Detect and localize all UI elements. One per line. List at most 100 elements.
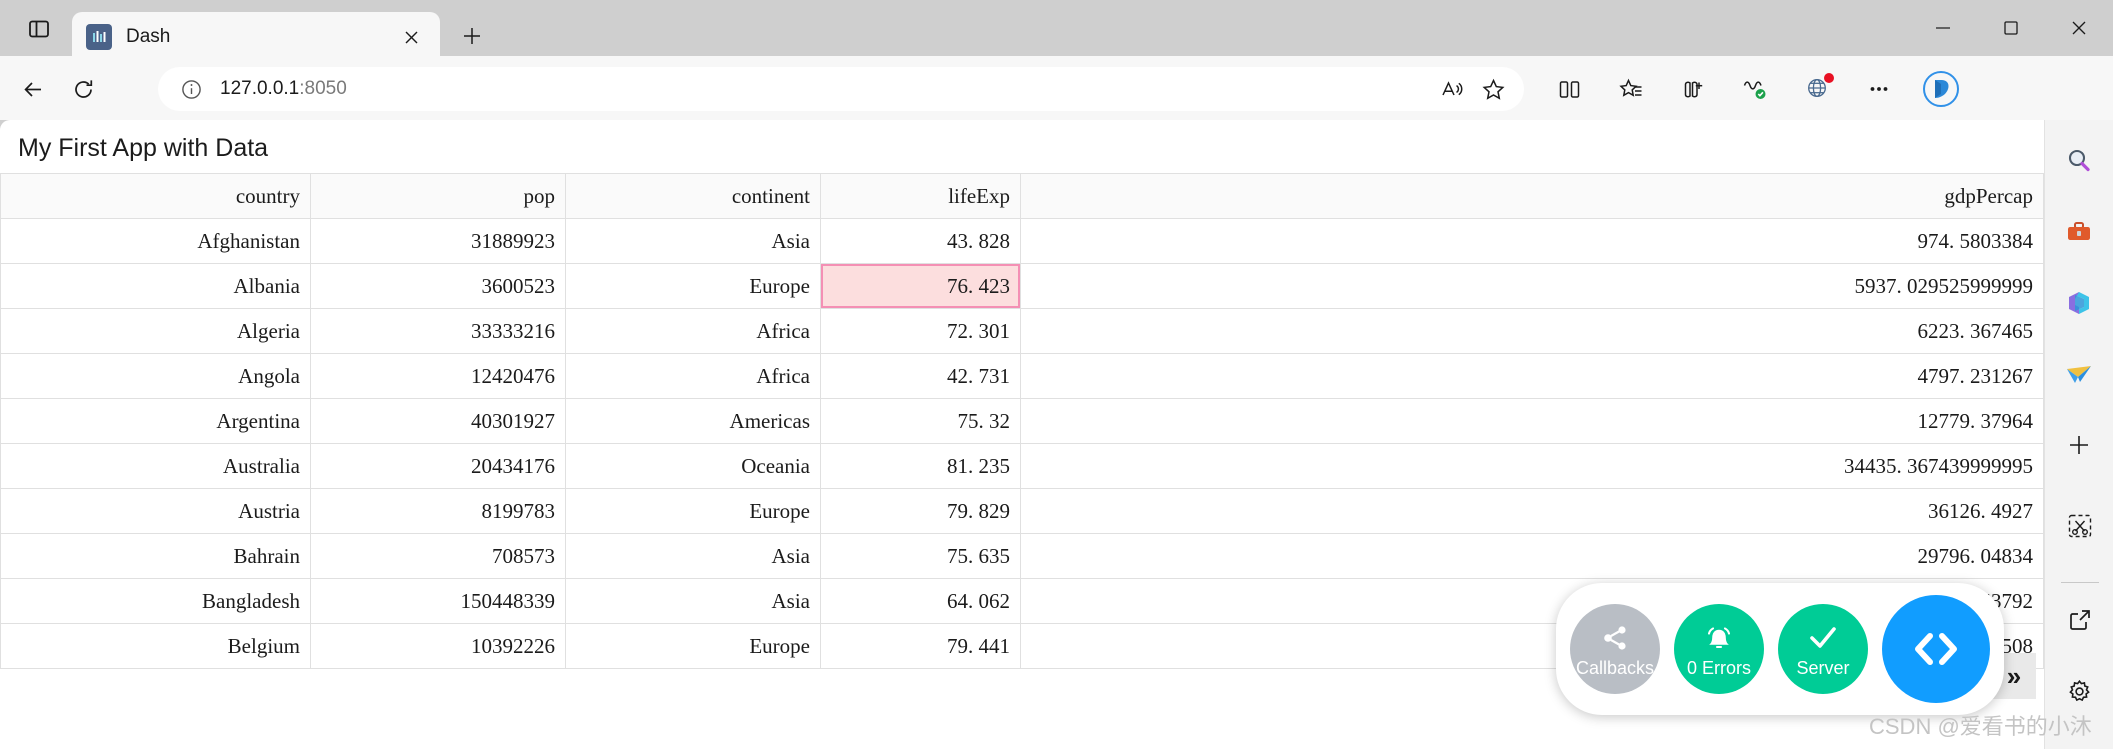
cell-gdppercap[interactable]: 34435. 367439999995 xyxy=(1020,443,2044,489)
site-info-icon[interactable] xyxy=(176,74,206,104)
favorites-star-icon[interactable] xyxy=(1474,70,1512,108)
devtools-server-button[interactable]: Server xyxy=(1778,604,1868,694)
title-bar: Dash xyxy=(0,0,2113,62)
cell-continent[interactable]: Africa xyxy=(565,353,821,399)
tools-briefcase-icon[interactable] xyxy=(2056,209,2102,255)
address-bar[interactable]: 127.0.0.1:8050 xyxy=(158,67,1524,111)
column-header-continent[interactable]: continent xyxy=(565,173,821,219)
cell-continent[interactable]: Americas xyxy=(565,398,821,444)
cell-country[interactable]: Austria xyxy=(0,488,311,534)
cell-gdppercap[interactable]: 4797. 231267 xyxy=(1020,353,2044,399)
cell-pop[interactable]: 40301927 xyxy=(310,398,566,444)
add-sidebar-app-icon[interactable] xyxy=(2056,422,2102,468)
cell-gdppercap[interactable]: 6223. 367465 xyxy=(1020,308,2044,354)
cell-country[interactable]: Argentina xyxy=(0,398,311,444)
cell-lifeexp[interactable]: 79. 829 xyxy=(820,488,1021,534)
cell-continent[interactable]: Asia xyxy=(565,218,821,264)
cell-continent[interactable]: Africa xyxy=(565,308,821,354)
cell-gdppercap[interactable]: 974. 5803384 xyxy=(1020,218,2044,264)
table-row[interactable]: Angola 12420476 Africa 42. 731 4797. 231… xyxy=(0,353,2044,399)
table-row[interactable]: Algeria 33333216 Africa 72. 301 6223. 36… xyxy=(0,308,2044,354)
outlook-icon[interactable] xyxy=(2056,351,2102,397)
table-row[interactable]: Afghanistan 31889923 Asia 43. 828 974. 5… xyxy=(0,218,2044,264)
cell-gdppercap[interactable]: 12779. 37964 xyxy=(1020,398,2044,444)
split-screen-icon[interactable] xyxy=(1548,68,1590,110)
url-text: 127.0.0.1:8050 xyxy=(220,78,347,99)
window-controls xyxy=(1909,0,2113,56)
cell-lifeexp[interactable]: 81. 235 xyxy=(820,443,1021,489)
column-header-gdppercap[interactable]: gdpPercap xyxy=(1020,173,2044,219)
cell-gdppercap[interactable]: 29796. 04834 xyxy=(1020,533,2044,579)
cell-lifeexp[interactable]: 43. 828 xyxy=(820,218,1021,264)
cell-continent[interactable]: Europe xyxy=(565,623,821,669)
reload-button[interactable] xyxy=(62,68,104,110)
maximize-button[interactable] xyxy=(1977,0,2045,56)
cell-lifeexp[interactable]: 42. 731 xyxy=(820,353,1021,399)
microsoft365-icon[interactable] xyxy=(2056,280,2102,326)
cell-lifeexp-active[interactable]: 76. 423 xyxy=(820,263,1021,309)
sidebar-bottom-group xyxy=(2045,503,2113,739)
cell-country[interactable]: Bahrain xyxy=(0,533,311,579)
column-header-country[interactable]: country xyxy=(0,173,311,219)
close-tab-icon[interactable] xyxy=(396,22,426,52)
minimize-button[interactable] xyxy=(1909,0,1977,56)
browser-window: Dash 127.0.0.1:8050 My First App with Da… xyxy=(0,0,2113,749)
cell-lifeexp[interactable]: 79. 441 xyxy=(820,623,1021,669)
cell-pop[interactable]: 33333216 xyxy=(310,308,566,354)
cell-pop[interactable]: 10392226 xyxy=(310,623,566,669)
screenshot-scissors-icon[interactable] xyxy=(2057,503,2103,549)
devtools-errors-button[interactable]: 0 Errors xyxy=(1674,604,1764,694)
cell-continent[interactable]: Asia xyxy=(565,533,821,579)
settings-gear-icon[interactable] xyxy=(2057,668,2103,714)
copilot-icon[interactable] xyxy=(1920,68,1962,110)
cell-gdppercap[interactable]: 5937. 029525999999 xyxy=(1020,263,2044,309)
cell-country[interactable]: Bangladesh xyxy=(0,578,311,624)
search-icon[interactable] xyxy=(2056,138,2102,184)
table-row[interactable]: Australia 20434176 Oceania 81. 235 34435… xyxy=(0,443,2044,489)
cell-pop[interactable]: 8199783 xyxy=(310,488,566,534)
cell-country[interactable]: Belgium xyxy=(0,623,311,669)
table-row[interactable]: Argentina 40301927 Americas 75. 32 12779… xyxy=(0,398,2044,444)
cell-lifeexp[interactable]: 75. 635 xyxy=(820,533,1021,579)
open-external-icon[interactable] xyxy=(2057,597,2103,643)
cell-pop[interactable]: 708573 xyxy=(310,533,566,579)
cell-continent[interactable]: Europe xyxy=(565,263,821,309)
cell-continent[interactable]: Oceania xyxy=(565,443,821,489)
column-header-pop[interactable]: pop xyxy=(310,173,566,219)
tab-actions-icon[interactable] xyxy=(14,10,64,48)
cell-country[interactable]: Afghanistan xyxy=(0,218,311,264)
read-aloud-icon[interactable] xyxy=(1432,70,1470,108)
cell-lifeexp[interactable]: 64. 062 xyxy=(820,578,1021,624)
cell-country[interactable]: Angola xyxy=(0,353,311,399)
address-bar-actions xyxy=(1432,70,1512,108)
close-window-button[interactable] xyxy=(2045,0,2113,56)
browser-essentials-icon[interactable] xyxy=(1672,68,1714,110)
cell-pop[interactable]: 20434176 xyxy=(310,443,566,489)
cell-continent[interactable]: Europe xyxy=(565,488,821,534)
toolbar-icons xyxy=(1548,68,1962,110)
new-tab-icon[interactable] xyxy=(452,16,492,56)
shopping-icon[interactable] xyxy=(1734,68,1776,110)
back-button[interactable] xyxy=(12,68,54,110)
table-row[interactable]: Austria 8199783 Europe 79. 829 36126. 49… xyxy=(0,488,2044,534)
extension-icon[interactable] xyxy=(1796,68,1838,110)
cell-lifeexp[interactable]: 72. 301 xyxy=(820,308,1021,354)
table-row[interactable]: Bahrain 708573 Asia 75. 635 29796. 04834 xyxy=(0,533,2044,579)
cell-pop[interactable]: 150448339 xyxy=(310,578,566,624)
devtools-toggle-button[interactable] xyxy=(1882,595,1990,703)
cell-pop[interactable]: 3600523 xyxy=(310,263,566,309)
browser-tab[interactable]: Dash xyxy=(72,12,440,62)
cell-country[interactable]: Algeria xyxy=(0,308,311,354)
cell-gdppercap[interactable]: 36126. 4927 xyxy=(1020,488,2044,534)
column-header-lifeexp[interactable]: lifeExp xyxy=(820,173,1021,219)
cell-continent[interactable]: Asia xyxy=(565,578,821,624)
devtools-callbacks-button[interactable]: Callbacks xyxy=(1570,604,1660,694)
table-row[interactable]: Albania 3600523 Europe 76. 423 5937. 029… xyxy=(0,263,2044,309)
cell-country[interactable]: Australia xyxy=(0,443,311,489)
cell-country[interactable]: Albania xyxy=(0,263,311,309)
collections-icon[interactable] xyxy=(1610,68,1652,110)
cell-lifeexp[interactable]: 75. 32 xyxy=(820,398,1021,444)
more-settings-icon[interactable] xyxy=(1858,68,1900,110)
cell-pop[interactable]: 31889923 xyxy=(310,218,566,264)
cell-pop[interactable]: 12420476 xyxy=(310,353,566,399)
